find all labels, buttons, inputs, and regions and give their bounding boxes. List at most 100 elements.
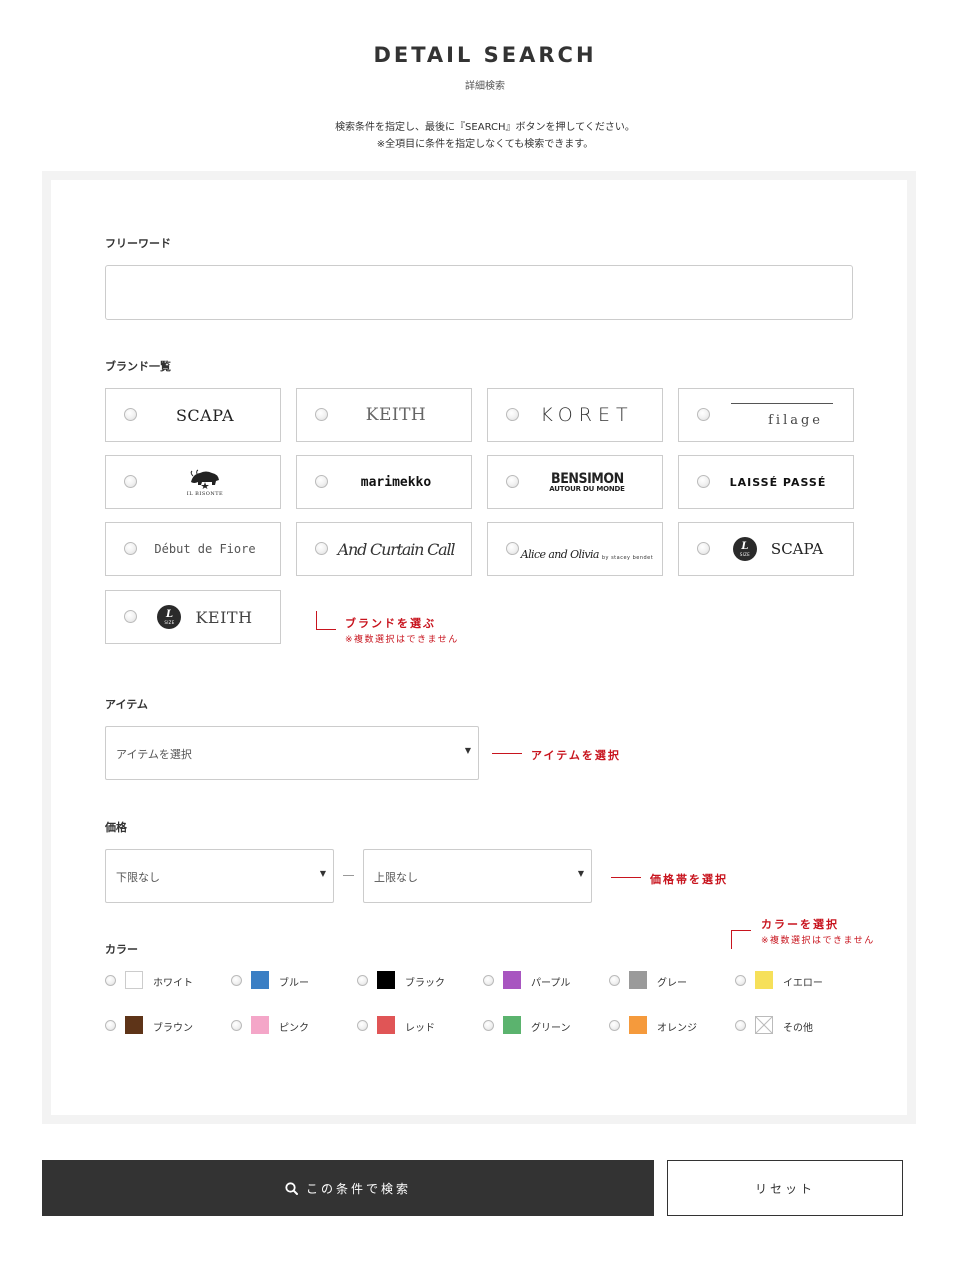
l-size-badge: L SIZE (157, 605, 182, 629)
color-swatch (377, 1016, 395, 1034)
brand-option-scapa-l-size[interactable]: L SIZE SCAPA (678, 522, 854, 576)
brand-logo-scapa-l-size: L SIZE SCAPA (709, 523, 847, 575)
brand-logo-and-curtain-call: And Curtain Call (337, 539, 456, 559)
brand-option-filage[interactable]: filage (678, 388, 854, 442)
price-label: 価格 (105, 821, 127, 834)
color-note-pointer (731, 930, 751, 949)
color-swatch (629, 1016, 647, 1034)
search-button[interactable]: この条件で検索 (42, 1160, 654, 1216)
brand-option-debut-de-fiore[interactable]: Début de Fiore (105, 522, 281, 576)
color-radio[interactable] (357, 1020, 368, 1031)
brand-note: ブランドを選ぶ (345, 617, 436, 630)
color-radio[interactable] (231, 1020, 242, 1031)
color-option-red[interactable]: レッド (357, 1016, 467, 1034)
brand-option-alice-and-olivia[interactable]: Alice and Olivia by stacey bendet (487, 522, 663, 576)
color-radio[interactable] (735, 975, 746, 986)
freeword-input[interactable] (105, 265, 853, 320)
color-swatch (125, 1016, 143, 1034)
brand-option-marimekko[interactable]: marimekko (296, 455, 472, 509)
price-min-value: 下限なし (116, 871, 160, 884)
color-option-purple[interactable]: パープル (483, 971, 593, 989)
brand-option-il-bisonte[interactable]: IL BISONTE (105, 455, 281, 509)
brand-option-keith[interactable]: KEITH (296, 388, 472, 442)
page-title: DETAIL SEARCH (373, 43, 597, 67)
color-swatch (251, 971, 269, 989)
color-option-gray[interactable]: グレー (609, 971, 719, 989)
color-radio[interactable] (483, 1020, 494, 1031)
brand-note-pointer (316, 611, 336, 630)
brand-list-label: ブランド一覧 (105, 360, 171, 373)
color-radio[interactable] (609, 1020, 620, 1031)
intro-text: 検索条件を指定し、最後に『SEARCH』ボタンを押してください。 ※全項目に条件… (0, 119, 970, 153)
l-size-badge: L SIZE (732, 537, 757, 561)
price-max-value: 上限なし (374, 871, 418, 884)
freeword-label: フリーワード (105, 237, 171, 250)
brand-logo-debut-de-fiore: Début de Fiore (154, 542, 256, 556)
item-select-value: アイテムを選択 (116, 748, 192, 761)
caret-down-icon: ▼ (577, 869, 584, 878)
brand-logo-scapa: SCAPA (175, 405, 235, 425)
color-radio[interactable] (105, 975, 116, 986)
brand-option-koret[interactable]: KORET (487, 388, 663, 442)
color-option-white[interactable]: ホワイト (105, 971, 215, 989)
brand-logo-il-bisonte: IL BISONTE (136, 456, 274, 508)
color-note: カラーを選択 (761, 918, 839, 931)
brand-logo-bensimon: BENSIMON AUTOUR DU MONDE (549, 470, 625, 493)
brand-option-keith-l-size[interactable]: L SIZE KEITH (105, 590, 281, 644)
intro-line-2: ※全項目に条件を指定しなくても検索できます。 (376, 139, 594, 150)
color-radio[interactable] (231, 975, 242, 986)
crossed-box-icon (755, 1016, 773, 1034)
price-min-select[interactable]: 下限なし ▼ (105, 849, 334, 903)
color-option-green[interactable]: グリーン (483, 1016, 593, 1034)
color-swatch (503, 971, 521, 989)
item-select[interactable]: アイテムを選択 ▼ (105, 726, 479, 780)
reset-button[interactable]: リセット (667, 1160, 903, 1216)
color-option-yellow[interactable]: イエロー (735, 971, 845, 989)
brand-option-laisse-passe[interactable]: LAISSÉ PASSÉ (678, 455, 854, 509)
color-option-pink[interactable]: ピンク (231, 1016, 341, 1034)
item-label: アイテム (105, 698, 148, 711)
brand-logo-laisse-passe: LAISSÉ PASSÉ (729, 475, 827, 489)
price-range-separator (343, 875, 354, 876)
color-radio[interactable] (735, 1020, 746, 1031)
brand-logo-keith-l-size: L SIZE KEITH (136, 591, 274, 643)
item-note-pointer (492, 753, 522, 754)
color-label: カラー (105, 943, 138, 956)
color-radio[interactable] (357, 975, 368, 986)
color-radio[interactable] (105, 1020, 116, 1031)
color-radio[interactable] (483, 975, 494, 986)
caret-down-icon: ▼ (319, 869, 326, 878)
color-radio[interactable] (609, 975, 620, 986)
color-swatch (503, 1016, 521, 1034)
color-option-other[interactable]: その他 (735, 1016, 845, 1034)
color-swatch (377, 971, 395, 989)
brand-option-bensimon[interactable]: BENSIMON AUTOUR DU MONDE (487, 455, 663, 509)
color-option-orange[interactable]: オレンジ (609, 1016, 719, 1034)
color-note-sub: ※複数選択はできません (761, 936, 875, 946)
brand-option-and-curtain-call[interactable]: And Curtain Call (296, 522, 472, 576)
price-max-select[interactable]: 上限なし ▼ (363, 849, 592, 903)
intro-line-1: 検索条件を指定し、最後に『SEARCH』ボタンを押してください。 (335, 122, 635, 133)
color-swatch (251, 1016, 269, 1034)
price-note: 価格帯を選択 (650, 873, 728, 886)
color-swatch (629, 971, 647, 989)
caret-down-icon: ▼ (464, 746, 471, 755)
brand-logo-koret: KORET (540, 404, 634, 426)
search-button-label: この条件で検索 (305, 1181, 411, 1196)
color-option-black[interactable]: ブラック (357, 971, 467, 989)
brand-logo-keith: KEITH (365, 405, 427, 425)
brand-option-scapa[interactable]: SCAPA (105, 388, 281, 442)
filage-rule (731, 402, 833, 404)
brand-logo-alice-and-olivia: Alice and Olivia by stacey bendet (520, 548, 654, 561)
search-icon (285, 1181, 298, 1195)
reset-button-label: リセット (754, 1181, 815, 1196)
brand-note-sub: ※複数選択はできません (345, 635, 459, 645)
color-swatch (125, 971, 143, 989)
bison-icon (190, 469, 219, 489)
brand-logo-marimekko: marimekko (360, 474, 432, 490)
brand-logo-filage: filage (709, 389, 847, 441)
page-subtitle: 詳細検索 (465, 81, 505, 92)
color-option-blue[interactable]: ブルー (231, 971, 341, 989)
color-swatch (755, 971, 773, 989)
color-option-brown[interactable]: ブラウン (105, 1016, 215, 1034)
